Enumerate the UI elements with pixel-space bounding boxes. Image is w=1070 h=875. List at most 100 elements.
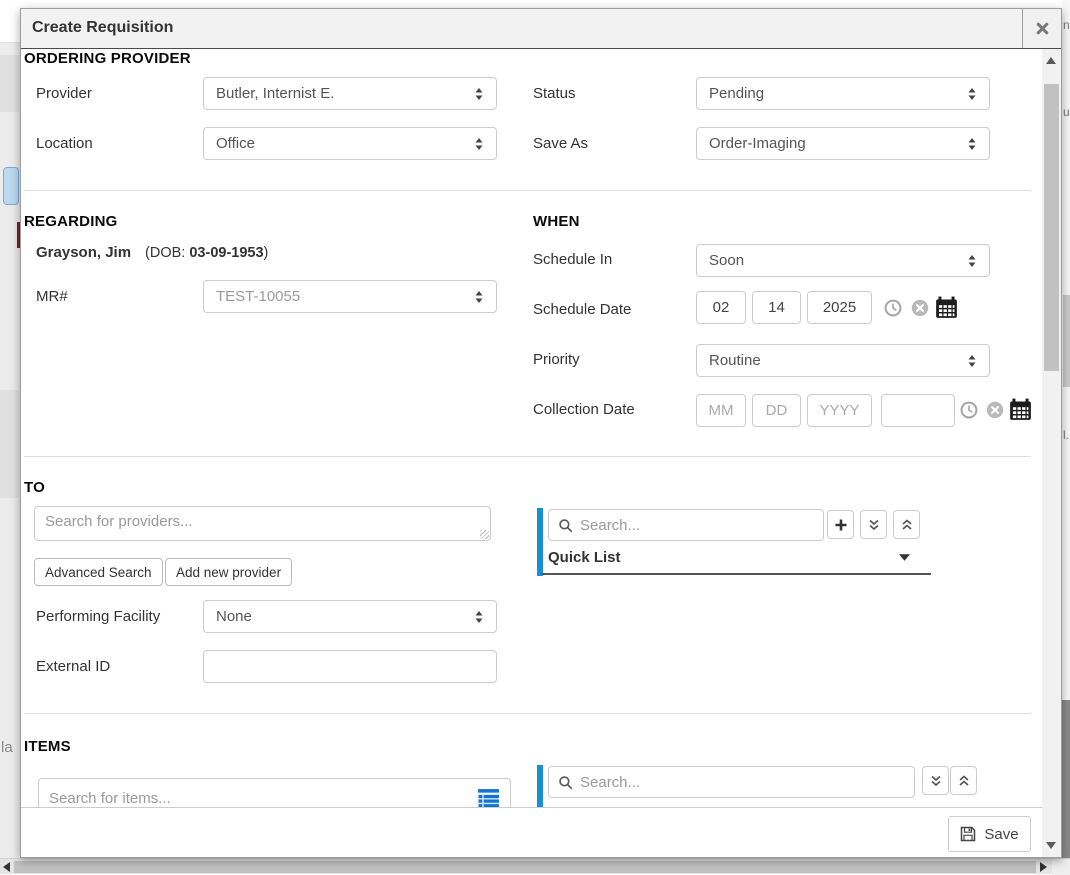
collection-date-clear-button[interactable] — [986, 401, 1004, 419]
background-button-fragment — [3, 167, 19, 205]
background-block — [0, 0, 20, 43]
quick-list-underline — [542, 573, 931, 575]
section-heading-items: ITEMS — [24, 738, 71, 755]
collapse-all-button[interactable] — [950, 766, 977, 795]
schedule-date-calendar-button[interactable] — [935, 296, 958, 319]
schedule-day-input[interactable] — [752, 291, 801, 324]
scroll-down-arrow-icon[interactable] — [1046, 842, 1056, 849]
background-text-fragment: ur — [1063, 105, 1070, 119]
schedule-in-label: Schedule In — [533, 251, 612, 268]
quick-panel-accent-bar — [537, 508, 543, 576]
section-heading-ordering-provider: ORDERING PROVIDER — [24, 50, 191, 67]
provider-select[interactable]: Butler, Internist E. — [203, 77, 497, 110]
add-to-quick-list-button[interactable] — [827, 510, 854, 539]
background-block — [0, 55, 19, 112]
collection-time-input[interactable] — [881, 394, 955, 427]
updown-arrows-icon — [967, 354, 977, 368]
collection-day-input[interactable] — [752, 394, 801, 427]
dialog-title: Create Requisition — [32, 9, 173, 47]
updown-arrows-icon — [967, 87, 977, 101]
dialog-vertical-scrollbar[interactable] — [1042, 49, 1061, 857]
patient-name: Grayson, Jim — [36, 244, 131, 261]
collection-date-label: Collection Date — [533, 401, 635, 418]
dialog-body: ORDERING PROVIDER Provider Butler, Inter… — [21, 49, 1042, 807]
performing-facility-select[interactable]: None — [203, 600, 497, 633]
location-select[interactable]: Office — [203, 127, 497, 160]
scroll-left-arrow-icon[interactable] — [3, 862, 10, 872]
save-as-label: Save As — [533, 135, 588, 152]
provider-label: Provider — [36, 85, 92, 102]
external-id-input[interactable] — [203, 650, 497, 683]
patient-summary: Grayson, Jim (DOB: 03-09-1953) — [36, 244, 268, 261]
schedule-month-input[interactable] — [696, 291, 746, 324]
quick-panel-accent-bar — [537, 765, 543, 807]
vertical-scrollbar-thumb[interactable] — [1044, 84, 1059, 371]
collection-time-button[interactable] — [960, 401, 978, 419]
priority-select[interactable]: Routine — [696, 344, 990, 377]
collection-date-calendar-button[interactable] — [1009, 398, 1032, 421]
clock-icon — [960, 401, 978, 419]
expand-all-button[interactable] — [922, 766, 949, 795]
item-grid-icon — [477, 788, 500, 807]
search-icon — [558, 518, 573, 533]
dialog-header: Create Requisition — [21, 9, 1061, 49]
resize-grip-icon[interactable] — [480, 530, 489, 539]
floppy-disk-icon — [960, 826, 976, 842]
collection-month-input[interactable] — [696, 394, 746, 427]
background-page-right-strip: n ur l. — [1062, 0, 1070, 874]
schedule-year-input[interactable] — [807, 291, 872, 324]
page-horizontal-scrollbar[interactable] — [0, 858, 1070, 874]
section-divider — [24, 456, 1031, 457]
item-grid-button[interactable] — [477, 788, 500, 807]
search-icon — [558, 775, 573, 790]
advanced-search-button[interactable]: Advanced Search — [34, 558, 163, 586]
updown-arrows-icon — [474, 610, 484, 624]
item-search-input[interactable] — [49, 790, 477, 807]
item-quick-search[interactable] — [548, 766, 915, 798]
background-text-fragment: n — [1063, 18, 1070, 32]
collapse-all-button[interactable] — [893, 510, 920, 539]
expand-all-button[interactable] — [860, 510, 887, 539]
mr-number-select[interactable]: TEST-10055 — [203, 280, 497, 313]
save-as-select[interactable]: Order-Imaging — [696, 127, 990, 160]
caret-down-icon[interactable] — [899, 554, 910, 561]
provider-search-textarea[interactable] — [35, 507, 490, 540]
schedule-time-button[interactable] — [884, 299, 902, 317]
provider-quick-search-input[interactable] — [580, 517, 814, 534]
double-chevron-up-icon — [957, 774, 971, 788]
background-text-fragment: l. — [1063, 428, 1069, 442]
quick-list-group[interactable]: Quick List — [548, 549, 910, 566]
scroll-right-arrow-icon[interactable] — [1040, 862, 1047, 872]
background-text-fragment: la — [1, 739, 13, 756]
external-id-label: External ID — [36, 658, 110, 675]
clock-icon — [884, 299, 902, 317]
add-new-provider-button[interactable]: Add new provider — [165, 558, 292, 586]
section-heading-to: TO — [24, 479, 45, 496]
item-search-field — [38, 778, 511, 807]
schedule-in-select[interactable]: Soon — [696, 244, 990, 277]
scrollbar-corner — [1052, 859, 1070, 875]
provider-quick-search[interactable] — [548, 509, 824, 541]
section-divider — [24, 190, 1031, 191]
scroll-up-arrow-icon[interactable] — [1046, 57, 1056, 64]
save-button[interactable]: Save — [948, 816, 1031, 852]
horizontal-scrollbar-thumb[interactable] — [14, 861, 1036, 873]
location-label: Location — [36, 135, 93, 152]
calendar-icon — [1009, 398, 1032, 421]
quick-list-label: Quick List — [548, 549, 621, 566]
save-button-label: Save — [984, 826, 1018, 843]
double-chevron-down-icon — [929, 774, 943, 788]
close-button[interactable] — [1022, 9, 1061, 48]
collection-year-input[interactable] — [807, 394, 872, 427]
background-page-left-strip: la — [0, 0, 20, 874]
schedule-date-clear-button[interactable] — [911, 299, 929, 317]
plus-icon — [834, 518, 848, 532]
double-chevron-down-icon — [867, 518, 881, 532]
patient-dob: (DOB: 03-09-1953) — [145, 245, 268, 261]
mr-number-label: MR# — [36, 288, 68, 305]
item-quick-search-input[interactable] — [580, 774, 905, 791]
status-select[interactable]: Pending — [696, 77, 990, 110]
section-heading-when: WHEN — [533, 213, 580, 230]
priority-label: Priority — [533, 351, 580, 368]
background-block — [1062, 700, 1070, 874]
